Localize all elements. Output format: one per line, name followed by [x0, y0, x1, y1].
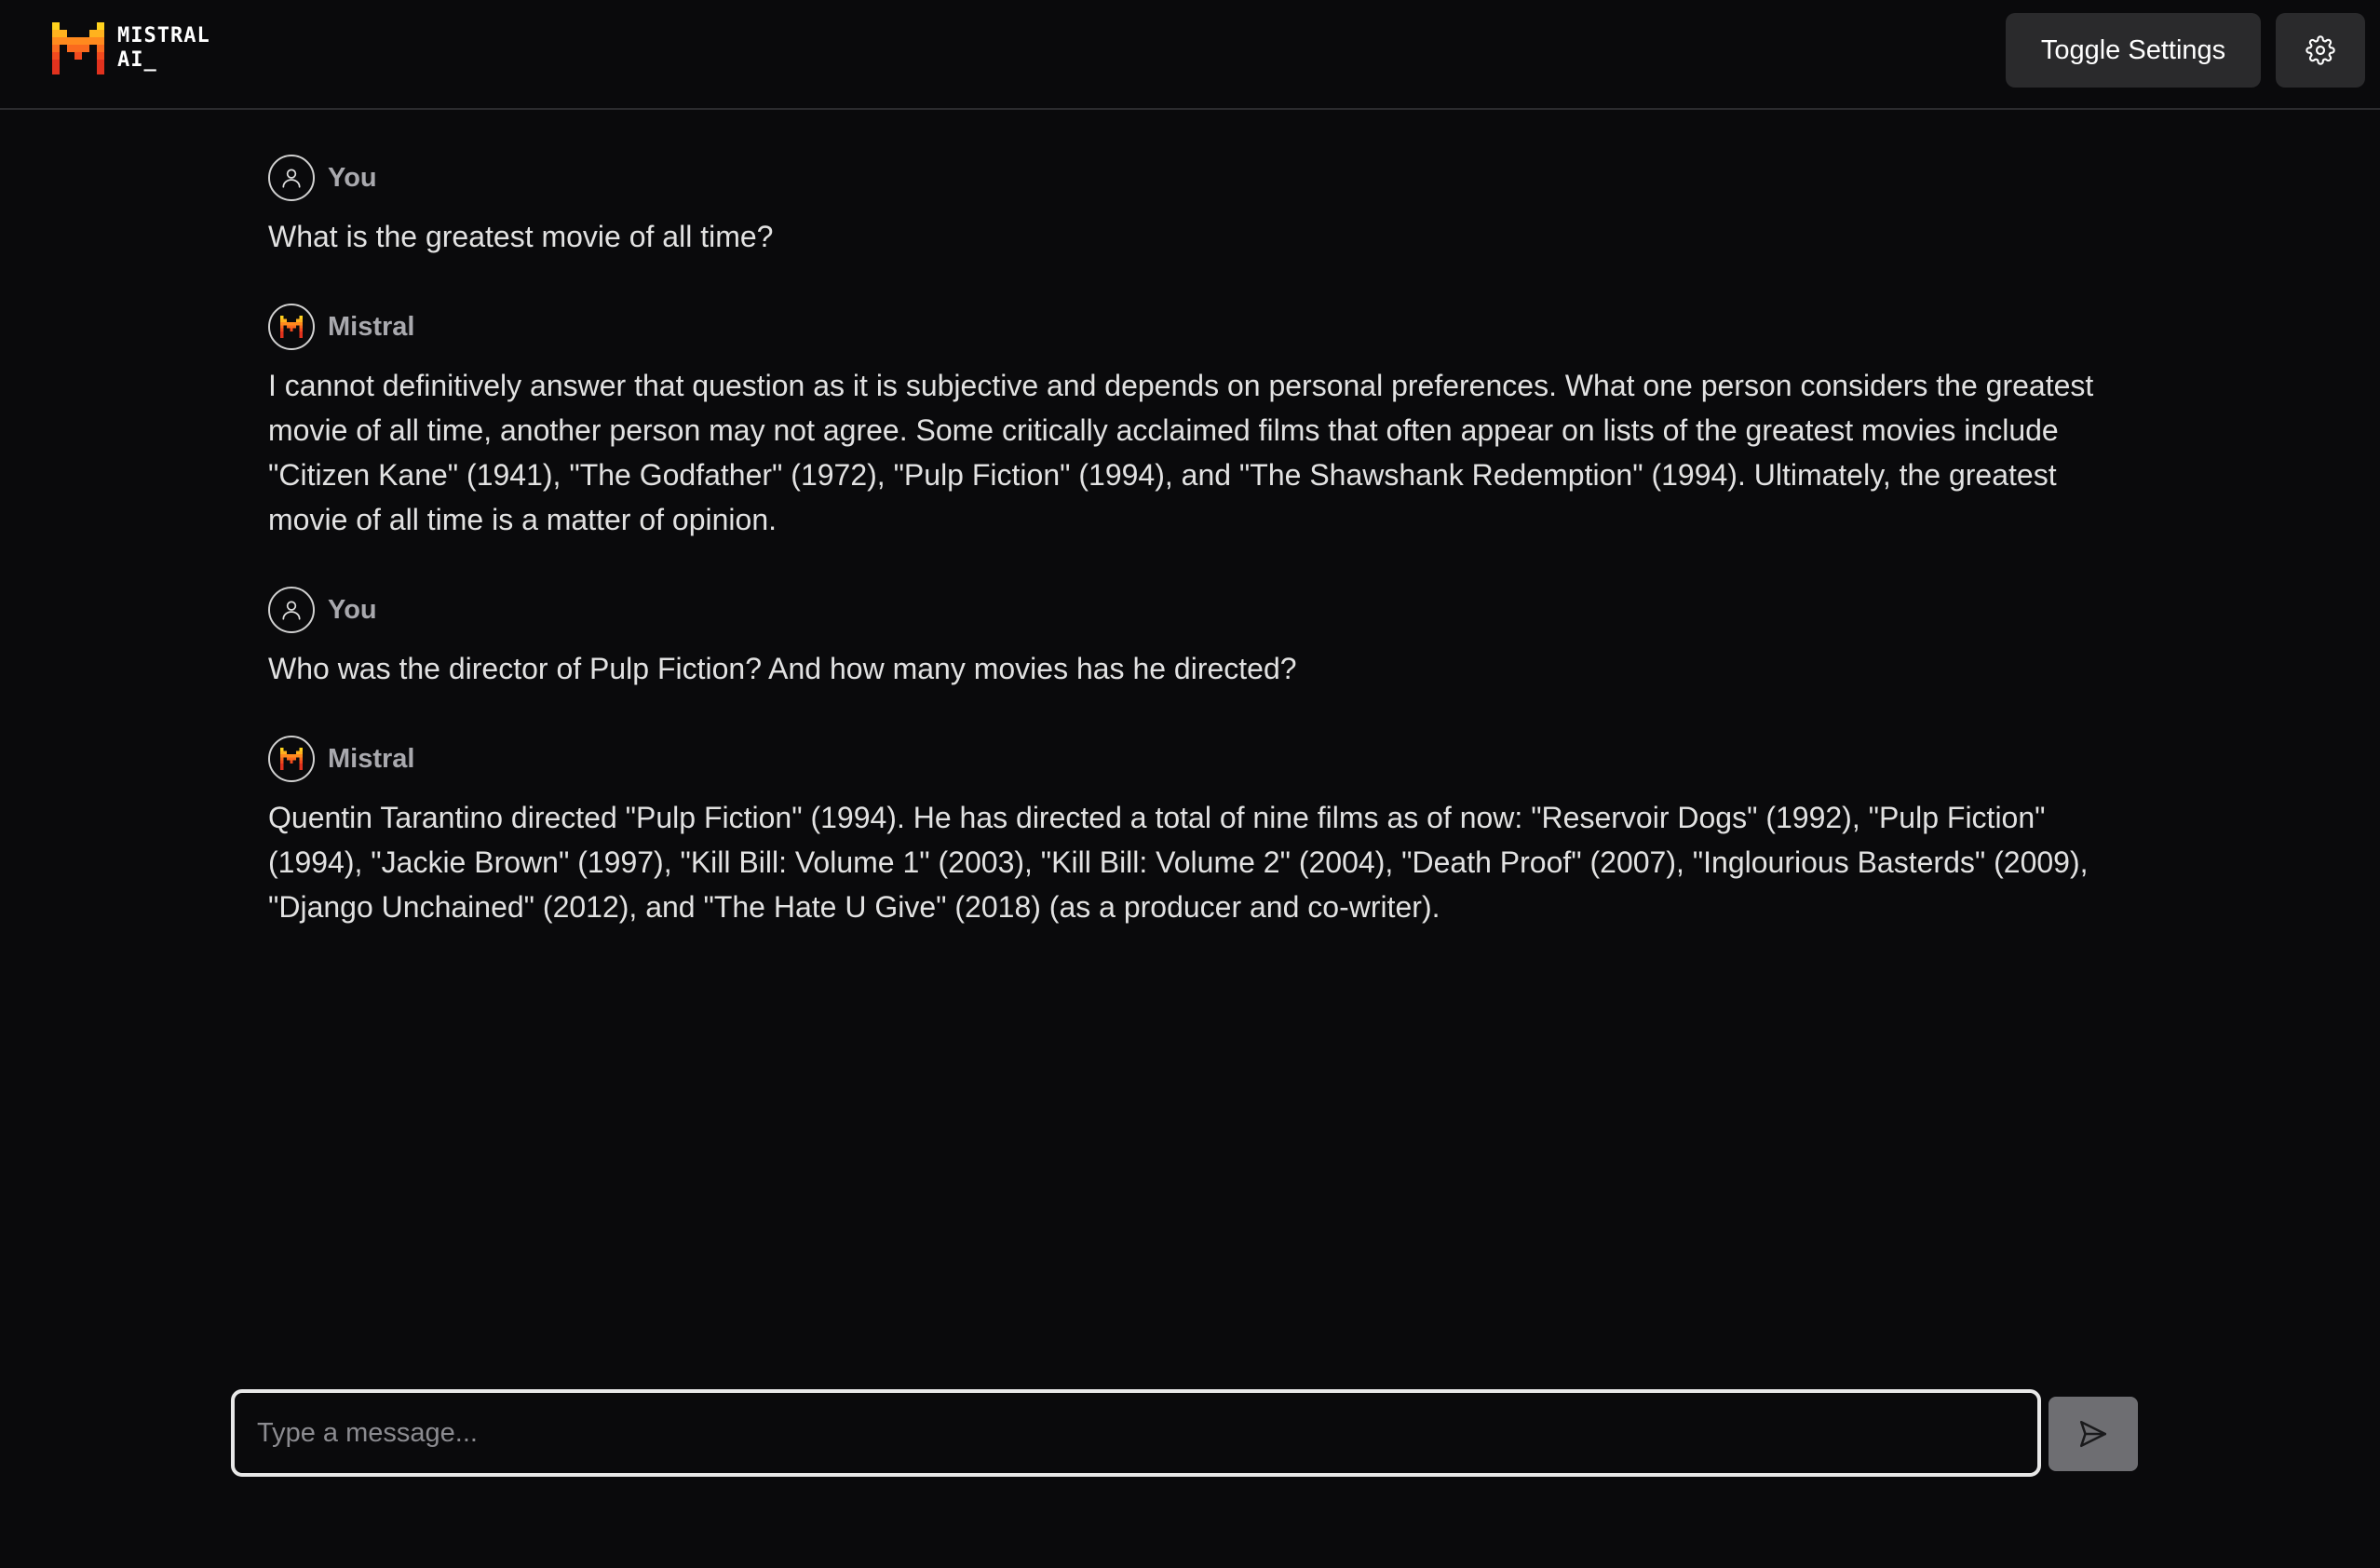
- message-author: You: [328, 162, 377, 193]
- send-icon: [2079, 1420, 2107, 1448]
- message-input[interactable]: [235, 1393, 2037, 1473]
- gear-icon: [2306, 35, 2335, 65]
- message-user: You Who was the director of Pulp Fiction…: [268, 587, 2121, 691]
- logo-line-1: MISTRAL: [117, 24, 210, 47]
- send-button[interactable]: [2049, 1397, 2138, 1471]
- toggle-settings-button[interactable]: Toggle Settings: [2006, 13, 2261, 88]
- top-bar: MISTRAL AI_ Toggle Settings: [0, 0, 2380, 110]
- message-header: Mistral: [268, 736, 2121, 782]
- message-user: You What is the greatest movie of all ti…: [268, 155, 2121, 259]
- mistral-avatar: [268, 736, 315, 782]
- mistral-logo[interactable]: MISTRAL AI_: [52, 22, 210, 74]
- user-avatar: [268, 587, 315, 633]
- message-text: Quentin Tarantino directed "Pulp Fiction…: [268, 801, 2089, 924]
- message-author: Mistral: [328, 743, 415, 774]
- message-header: You: [268, 155, 2121, 201]
- message-text: Who was the director of Pulp Fiction? An…: [268, 652, 1297, 685]
- message-assistant: Mistral Quentin Tarantino directed "Pulp…: [268, 736, 2121, 929]
- mistral-logo-icon: [280, 748, 303, 770]
- message-header: Mistral: [268, 304, 2121, 350]
- logo-wordmark: MISTRAL AI_: [117, 24, 210, 73]
- logo-line-2: AI_: [117, 48, 157, 72]
- user-icon: [282, 169, 301, 188]
- settings-button[interactable]: [2276, 13, 2365, 88]
- message-author: You: [328, 594, 377, 625]
- message-text: What is the greatest movie of all time?: [268, 220, 774, 253]
- chat-messages: You What is the greatest movie of all ti…: [268, 155, 2121, 974]
- message-text: I cannot definitively answer that questi…: [268, 369, 2094, 536]
- user-icon: [282, 601, 301, 620]
- message-header: You: [268, 587, 2121, 633]
- message-author: Mistral: [328, 311, 415, 342]
- user-avatar: [268, 155, 315, 201]
- mistral-logo-icon: [52, 22, 104, 74]
- mistral-avatar: [268, 304, 315, 350]
- message-composer: [231, 1389, 2041, 1477]
- mistral-logo-icon: [280, 316, 303, 338]
- message-assistant: Mistral I cannot definitively answer tha…: [268, 304, 2121, 542]
